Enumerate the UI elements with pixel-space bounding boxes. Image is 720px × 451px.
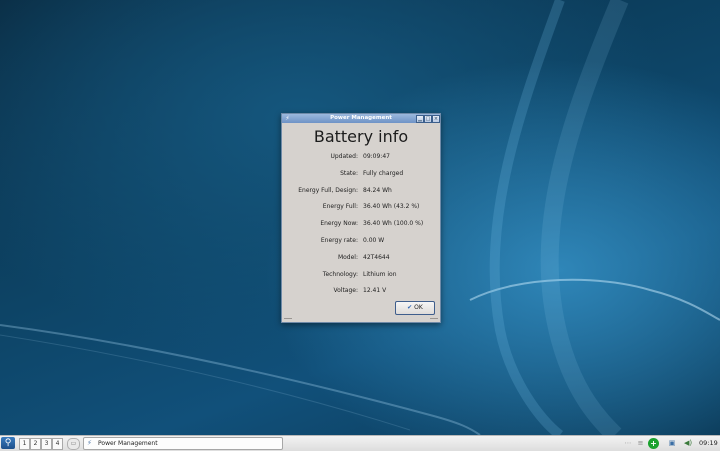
ok-button[interactable]: ✔ OK bbox=[395, 301, 435, 315]
info-value: Fully charged bbox=[363, 170, 404, 177]
search-icon: ⚲ bbox=[4, 438, 12, 448]
power-management-dialog: ⚡ Power Management ▁ □ × Battery info Up… bbox=[281, 113, 441, 323]
info-value: 0.00 W bbox=[363, 237, 385, 244]
info-label: Voltage: bbox=[333, 287, 358, 294]
tray-dots-icon[interactable]: ⋯ bbox=[624, 438, 632, 449]
info-value: Lithium ion bbox=[363, 271, 397, 278]
taskbar-item-label: Power Management bbox=[98, 440, 158, 447]
close-button[interactable]: × bbox=[432, 115, 440, 123]
info-row-energy-now: Energy Now: 36.40 Wh (100.0 %) bbox=[282, 219, 440, 229]
network-icon[interactable]: ▣ bbox=[667, 438, 677, 449]
info-label: Energy Now: bbox=[320, 220, 358, 227]
info-row-state: State: Fully charged bbox=[282, 169, 440, 179]
battery-app-icon: ⚡ bbox=[87, 439, 92, 447]
update-icon[interactable]: + bbox=[648, 438, 659, 449]
workspace-3-button[interactable]: 3 bbox=[41, 438, 52, 450]
info-row-energy-full-design: Energy Full, Design: 84.24 Wh bbox=[282, 186, 440, 196]
info-label: State: bbox=[340, 170, 358, 177]
info-value: 12.41 V bbox=[363, 287, 387, 294]
start-menu-button[interactable]: ⚲ bbox=[1, 437, 15, 449]
resize-grip-right[interactable] bbox=[430, 318, 438, 321]
info-label: Technology: bbox=[322, 271, 358, 278]
ok-button-label: OK bbox=[414, 304, 423, 311]
clock[interactable]: 09:19 bbox=[699, 438, 718, 449]
tray-lines-icon[interactable]: ≡ bbox=[636, 438, 645, 449]
volume-icon[interactable]: ◀) bbox=[683, 438, 693, 449]
info-row-updated: Updated: 09:09:47 bbox=[282, 152, 440, 162]
info-row-model: Model: 42T4644 bbox=[282, 253, 440, 263]
info-value: 36.40 Wh (43.2 %) bbox=[363, 203, 420, 210]
show-desktop-button[interactable]: ▭ bbox=[67, 438, 80, 450]
resize-grip-left[interactable] bbox=[284, 318, 292, 321]
info-label: Updated: bbox=[330, 153, 358, 160]
workspace-1-button[interactable]: 1 bbox=[19, 438, 30, 450]
info-value: 84.24 Wh bbox=[363, 187, 392, 194]
taskbar: ⚲ 1 2 3 4 ▭ ⚡ Power Management ⋯ ≡ + ▣ ◀… bbox=[0, 435, 720, 451]
checkmark-icon: ✔ bbox=[407, 304, 413, 311]
info-label: Energy Full: bbox=[322, 203, 358, 210]
info-label: Model: bbox=[337, 254, 358, 261]
info-row-technology: Technology: Lithium ion bbox=[282, 270, 440, 280]
workspace-2-button[interactable]: 2 bbox=[30, 438, 41, 450]
info-label: Energy rate: bbox=[320, 237, 358, 244]
battery-info-heading: Battery info bbox=[313, 127, 409, 146]
info-value: 09:09:47 bbox=[363, 153, 390, 160]
info-row-energy-rate: Energy rate: 0.00 W bbox=[282, 236, 440, 246]
desktop-icon: ▭ bbox=[70, 440, 77, 447]
info-label: Energy Full, Design: bbox=[298, 187, 358, 194]
maximize-button[interactable]: □ bbox=[424, 115, 432, 123]
workspace-4-button[interactable]: 4 bbox=[52, 438, 63, 450]
info-value: 42T4644 bbox=[363, 254, 390, 261]
minimize-button[interactable]: ▁ bbox=[416, 115, 424, 123]
info-row-voltage: Voltage: 12.41 V bbox=[282, 286, 440, 296]
dialog-titlebar[interactable]: ⚡ Power Management ▁ □ × bbox=[282, 114, 440, 123]
taskbar-item-power-management[interactable]: ⚡ Power Management bbox=[83, 437, 283, 450]
info-value: 36.40 Wh (100.0 %) bbox=[363, 220, 424, 227]
info-row-energy-full: Energy Full: 36.40 Wh (43.2 %) bbox=[282, 202, 440, 212]
